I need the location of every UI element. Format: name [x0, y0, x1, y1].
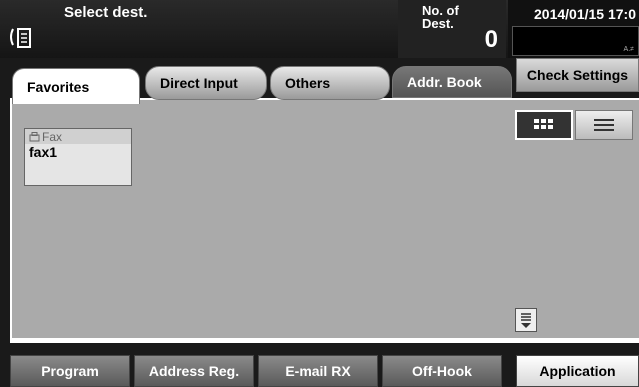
destination-panel: Fax fax1: [10, 98, 639, 343]
page-title: Select dest.: [64, 4, 148, 21]
status-text: A.≠: [623, 46, 634, 53]
application-button[interactable]: Application: [516, 355, 639, 387]
tab-direct-input[interactable]: Direct Input: [145, 66, 267, 100]
status-display: A.≠: [512, 26, 639, 56]
scroll-down-button[interactable]: [515, 308, 537, 332]
header-bar: Select dest. No. of Dest. 0 2014/01/15 1…: [0, 0, 639, 58]
email-rx-button[interactable]: E-mail RX: [258, 355, 378, 387]
destination-card-fax1[interactable]: Fax fax1: [24, 128, 132, 186]
bottom-bar: Program Address Reg. E-mail RX Off-Hook …: [0, 352, 639, 387]
datetime-panel: 2014/01/15 17:0 A.≠: [508, 0, 639, 58]
num-dest-label: No. of Dest.: [422, 3, 459, 31]
program-button[interactable]: Program: [10, 355, 130, 387]
address-reg-button[interactable]: Address Reg.: [134, 355, 254, 387]
panel-divider: [12, 338, 639, 341]
off-hook-button[interactable]: Off-Hook: [382, 355, 502, 387]
fax-icon: [4, 22, 38, 52]
destination-type-label: Fax: [42, 129, 63, 144]
destination-name: fax1: [29, 144, 58, 160]
scroll-down-icon: [521, 313, 531, 328]
tab-others[interactable]: Others: [270, 66, 390, 100]
tab-addr-book[interactable]: Addr. Book: [392, 66, 512, 98]
grid-view-button[interactable]: [515, 110, 573, 140]
datetime: 2014/01/15 17:0: [534, 6, 636, 22]
num-dest-count: 0: [484, 26, 498, 53]
grid-view-icon: [534, 119, 553, 129]
list-view-button[interactable]: [575, 110, 633, 140]
destination-type: Fax: [25, 129, 131, 144]
tab-favorites[interactable]: Favorites: [12, 68, 140, 104]
fax-small-icon: [29, 131, 40, 141]
list-view-icon: [594, 119, 614, 131]
num-dest-panel: No. of Dest. 0: [398, 0, 506, 58]
check-settings-button[interactable]: Check Settings: [516, 58, 639, 92]
